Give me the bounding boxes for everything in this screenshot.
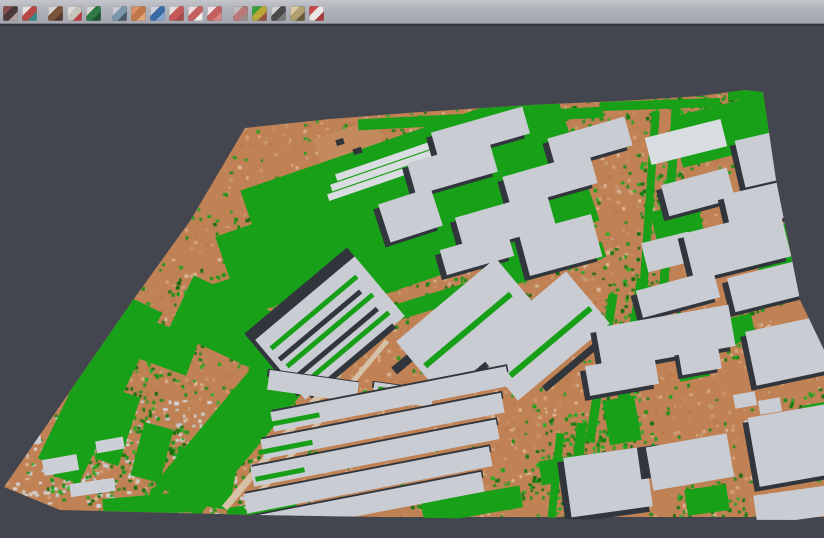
layers-icon[interactable] — [169, 6, 184, 21]
sample-points-icon[interactable] — [67, 6, 82, 21]
terrain-brown-icon[interactable] — [48, 6, 63, 21]
vegetation-patch — [750, 77, 757, 91]
delete-mark-icon[interactable] — [309, 6, 324, 21]
annotate-icon[interactable] — [290, 6, 305, 21]
dataset-icon[interactable] — [3, 6, 18, 21]
toolbar-icon-row — [0, 0, 326, 23]
point-picking-icon[interactable] — [22, 6, 37, 21]
sphere-icon[interactable] — [271, 6, 286, 21]
classification-icon[interactable] — [252, 6, 267, 21]
main-toolbar — [0, 0, 824, 24]
fit-selection-icon[interactable] — [207, 6, 222, 21]
grid-mask-icon[interactable] — [233, 6, 248, 21]
terrain-green-icon[interactable] — [86, 6, 101, 21]
vegetation-patch — [696, 87, 704, 97]
3d-viewport[interactable] — [0, 0, 824, 517]
rotate-view-icon[interactable] — [150, 6, 165, 21]
vegetation-patch — [728, 89, 776, 100]
ortho-tile-icon[interactable] — [131, 6, 146, 21]
vegetation-patch — [776, 135, 824, 230]
vegetation-patch — [737, 80, 745, 92]
terrain-render — [0, 0, 824, 517]
target-icon[interactable] — [188, 6, 203, 21]
column-icon[interactable] — [112, 6, 127, 21]
